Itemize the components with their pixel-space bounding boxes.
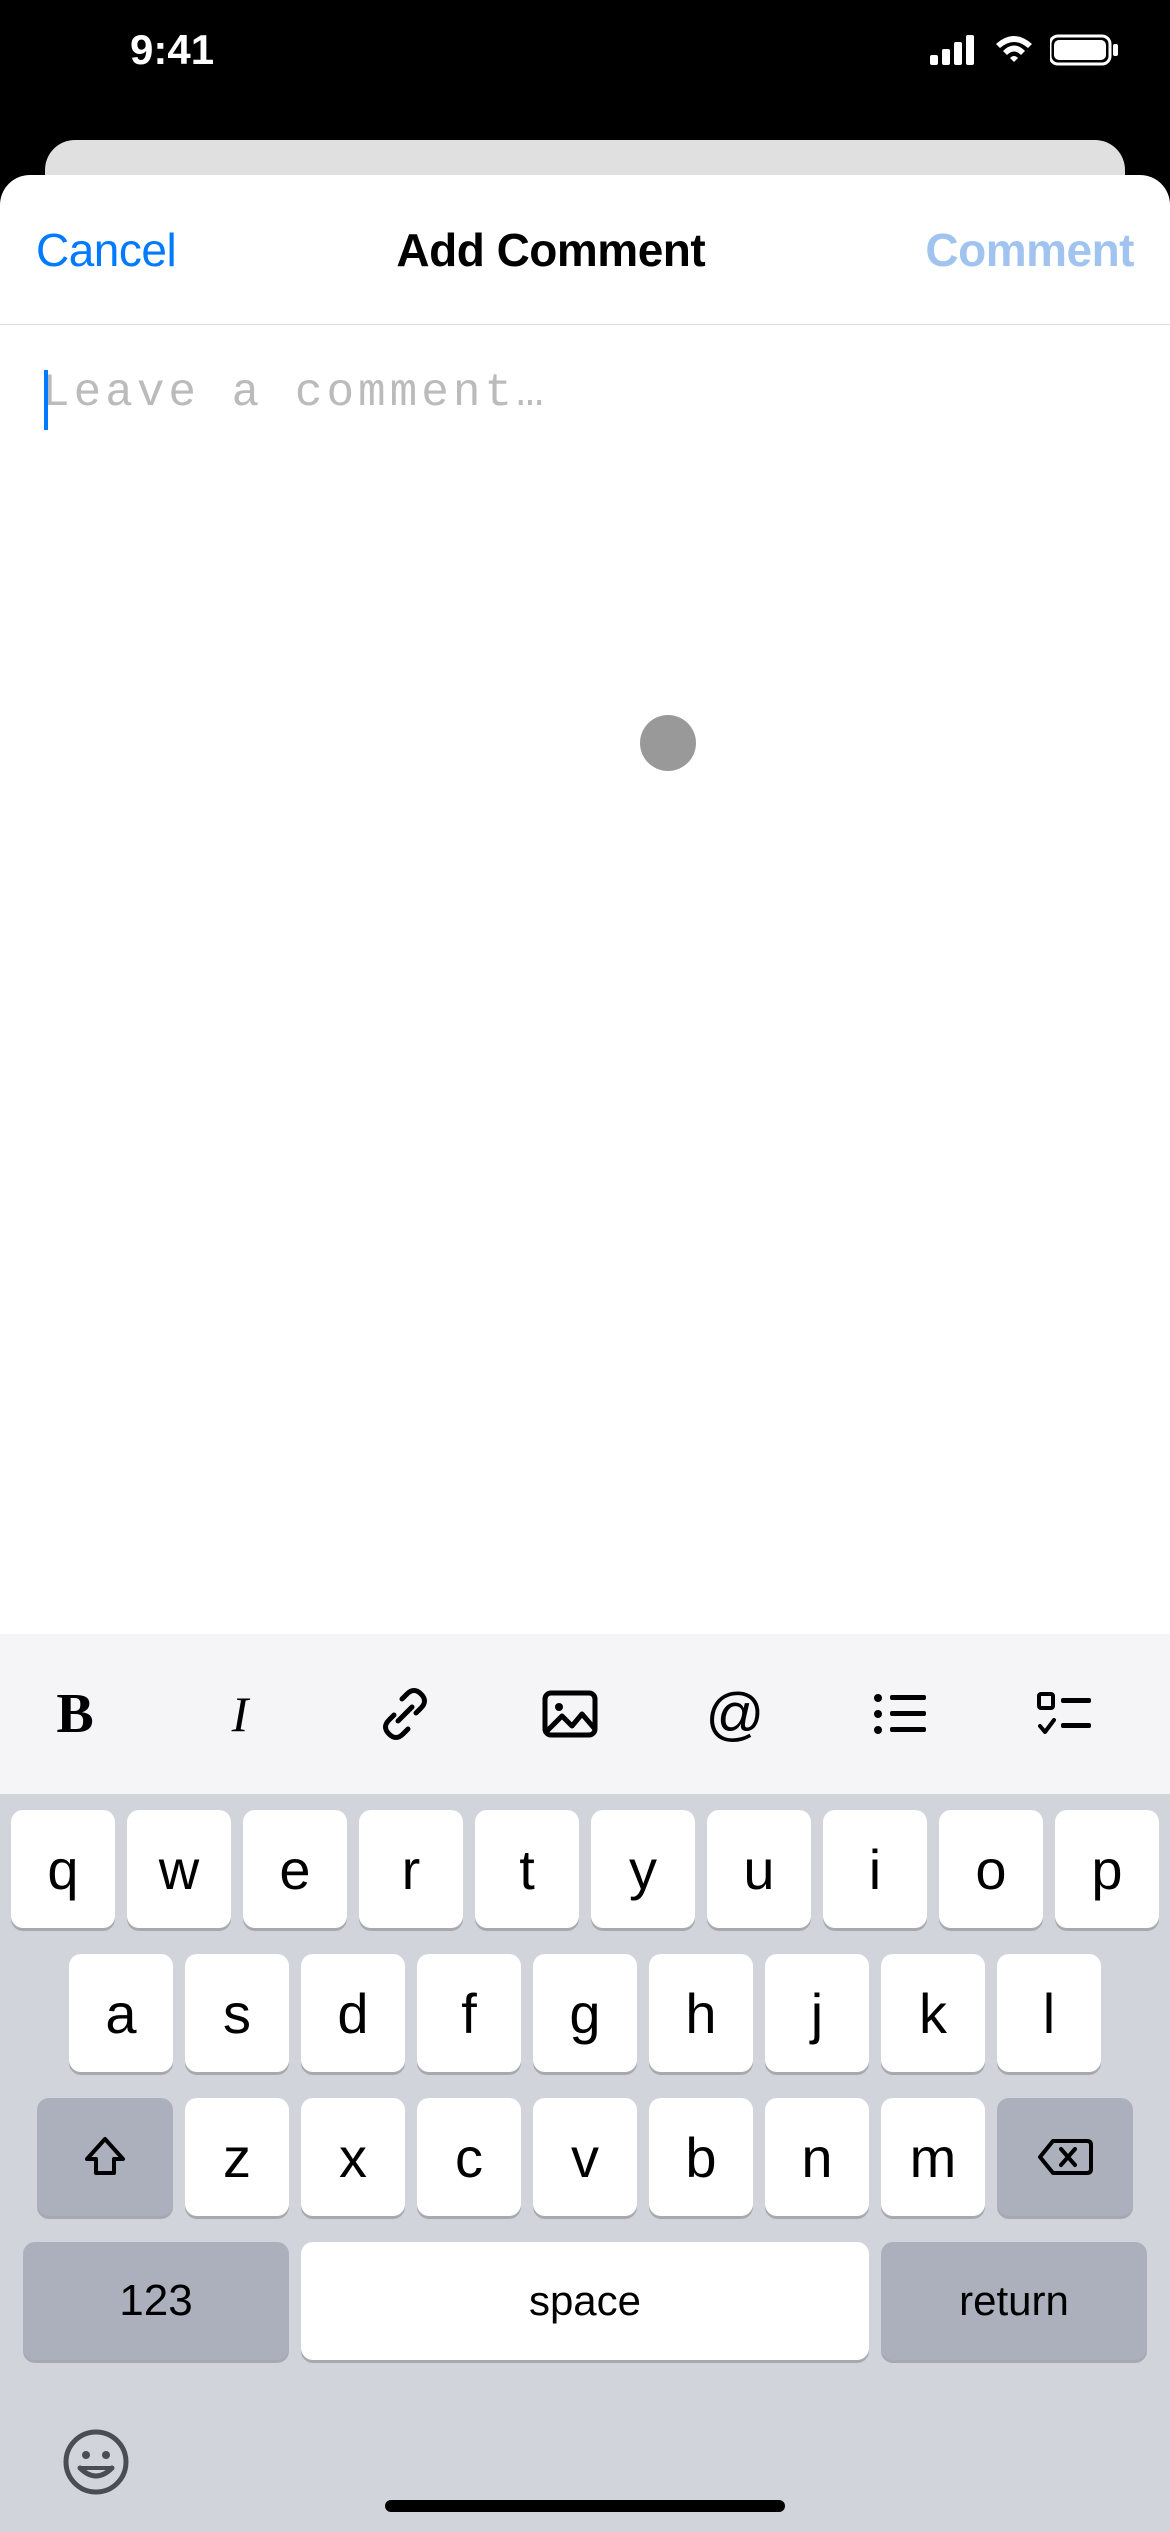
key-f[interactable]: f (417, 1954, 521, 2072)
keyboard-bottom (10, 2386, 1160, 2508)
home-indicator[interactable] (385, 2500, 785, 2512)
key-delete[interactable] (997, 2098, 1133, 2216)
bold-icon: B (56, 1682, 93, 1746)
key-c[interactable]: c (417, 2098, 521, 2216)
delete-icon (1037, 2137, 1093, 2177)
wifi-icon (992, 34, 1036, 66)
key-l[interactable]: l (997, 1954, 1101, 2072)
editor-placeholder: Leave a comment… (42, 367, 1128, 419)
bullet-list-button[interactable] (865, 1679, 935, 1749)
key-p[interactable]: p (1055, 1810, 1159, 1928)
image-button[interactable] (535, 1679, 605, 1749)
emoji-icon (60, 2426, 132, 2498)
checklist-button[interactable] (1030, 1679, 1100, 1749)
checklist-icon (1037, 1692, 1093, 1736)
modal-header: Cancel Add Comment Comment (0, 175, 1170, 325)
italic-icon: I (232, 1685, 249, 1743)
key-n[interactable]: n (765, 2098, 869, 2216)
key-w[interactable]: w (127, 1810, 231, 1928)
key-numbers[interactable]: 123 (23, 2242, 289, 2360)
modal-title: Add Comment (396, 223, 705, 277)
shift-icon (81, 2133, 129, 2181)
text-cursor (44, 370, 48, 430)
key-t[interactable]: t (475, 1810, 579, 1928)
format-toolbar: B I @ (0, 1634, 1170, 1794)
status-bar: 9:41 (0, 0, 1170, 100)
key-shift[interactable] (37, 2098, 173, 2216)
key-q[interactable]: q (11, 1810, 115, 1928)
key-e[interactable]: e (243, 1810, 347, 1928)
key-j[interactable]: j (765, 1954, 869, 2072)
image-icon (542, 1690, 598, 1738)
link-button[interactable] (370, 1679, 440, 1749)
key-i[interactable]: i (823, 1810, 927, 1928)
keyboard-row-3: z x c v b n m (10, 2098, 1160, 2216)
key-s[interactable]: s (185, 1954, 289, 2072)
link-icon (376, 1685, 434, 1743)
cellular-icon (930, 35, 978, 65)
key-d[interactable]: d (301, 1954, 405, 2072)
key-b[interactable]: b (649, 2098, 753, 2216)
keyboard-row-4: 123 space return (10, 2242, 1160, 2360)
key-return[interactable]: return (881, 2242, 1147, 2360)
key-r[interactable]: r (359, 1810, 463, 1928)
key-m[interactable]: m (881, 2098, 985, 2216)
key-k[interactable]: k (881, 1954, 985, 2072)
bold-button[interactable]: B (40, 1679, 110, 1749)
emoji-button[interactable] (60, 2426, 132, 2498)
mention-button[interactable]: @ (700, 1679, 770, 1749)
touch-indicator (640, 715, 696, 771)
submit-comment-button[interactable]: Comment (925, 223, 1134, 277)
add-comment-modal: Cancel Add Comment Comment Leave a comme… (0, 175, 1170, 2532)
italic-button[interactable]: I (205, 1679, 275, 1749)
keyboard-row-2: a s d f g h j k l (10, 1954, 1160, 2072)
key-h[interactable]: h (649, 1954, 753, 2072)
keyboard-row-1: q w e r t y u i o p (10, 1810, 1160, 1928)
bullet-list-icon (872, 1692, 928, 1736)
key-z[interactable]: z (185, 2098, 289, 2216)
key-u[interactable]: u (707, 1810, 811, 1928)
key-x[interactable]: x (301, 2098, 405, 2216)
key-v[interactable]: v (533, 2098, 637, 2216)
at-icon: @ (706, 1681, 765, 1748)
key-a[interactable]: a (69, 1954, 173, 2072)
cancel-button[interactable]: Cancel (36, 223, 176, 277)
key-o[interactable]: o (939, 1810, 1043, 1928)
key-y[interactable]: y (591, 1810, 695, 1928)
key-space[interactable]: space (301, 2242, 869, 2360)
status-time: 9:41 (60, 26, 214, 74)
keyboard: q w e r t y u i o p a s d f g h j k l (0, 1794, 1170, 2532)
battery-icon (1050, 34, 1120, 66)
comment-editor[interactable]: Leave a comment… (0, 325, 1170, 1634)
key-g[interactable]: g (533, 1954, 637, 2072)
status-icons (930, 34, 1120, 66)
